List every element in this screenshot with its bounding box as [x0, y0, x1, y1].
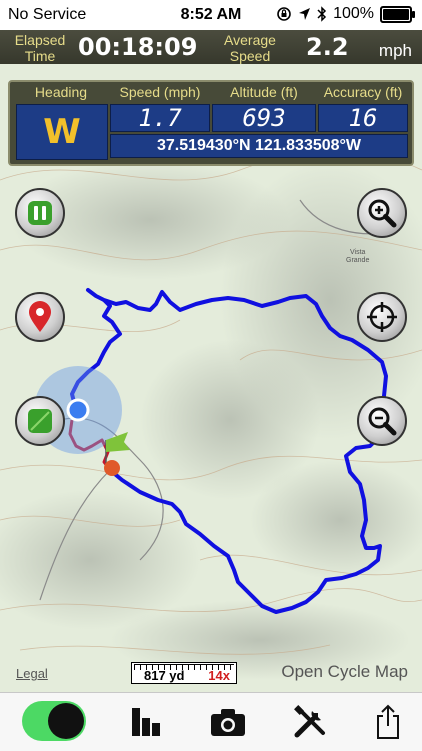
scale-distance: 817 yd — [144, 668, 185, 683]
accuracy-value: 16 — [318, 104, 408, 132]
pause-icon — [28, 201, 52, 225]
toggle-knob — [48, 703, 84, 739]
coordinates-value: 37.519430°N 121.833508°W — [110, 134, 408, 158]
statistics-button[interactable] — [126, 703, 166, 741]
speed-value: 1.7 — [110, 104, 210, 132]
lock-rotation-icon — [277, 7, 291, 21]
elapsed-time-label: Elapsed Time — [14, 32, 66, 64]
zoom-out-icon — [368, 407, 397, 436]
battery-percent: 100% — [333, 5, 374, 22]
camera-button[interactable] — [208, 703, 248, 741]
battery-icon — [380, 5, 415, 23]
terrain-shade — [250, 460, 422, 580]
share-icon — [377, 704, 399, 739]
tools-icon — [294, 705, 325, 738]
zoom-in-icon — [368, 199, 397, 228]
map-attribution: Open Cycle Map — [281, 662, 408, 681]
trip-summary-bar: Elapsed Time 00:18:09 Average Speed 2.2 … — [0, 30, 422, 64]
speed-label: Speed (mph) — [119, 84, 201, 100]
location-arrow-icon — [299, 8, 311, 20]
altitude-label: Altitude (ft) — [230, 84, 298, 100]
share-button[interactable] — [368, 703, 408, 741]
zoom-out-button[interactable] — [357, 396, 407, 446]
camera-icon — [211, 709, 245, 736]
center-location-button[interactable] — [357, 292, 407, 342]
zoom-in-button[interactable] — [357, 188, 407, 238]
current-location-dot — [66, 398, 90, 422]
bluetooth-icon — [317, 6, 327, 22]
bottom-toolbar — [0, 692, 422, 751]
zoom-level: 14x — [208, 668, 230, 683]
heading-value: W — [43, 112, 81, 152]
average-speed-label: Average Speed — [224, 32, 276, 64]
map-layer-button[interactable] — [15, 396, 65, 446]
legal-link[interactable]: Legal — [16, 666, 48, 681]
tracking-toggle[interactable] — [22, 701, 86, 741]
settings-button[interactable] — [290, 703, 330, 741]
bar-chart-icon — [132, 708, 160, 736]
altitude-value: 693 — [212, 104, 316, 132]
heading-display: W — [16, 104, 108, 160]
elapsed-time-value: 00:18:09 — [78, 33, 198, 61]
heading-label: Heading — [34, 84, 88, 100]
map-scale-bar: 817 yd 14x — [131, 662, 237, 684]
status-bar: No Service 8:52 AM 100% — [0, 0, 422, 30]
gps-info-panel: Heading Speed (mph) Altitude (ft) Accura… — [8, 80, 414, 166]
pause-button[interactable] — [15, 188, 65, 238]
crosshair-icon — [367, 302, 397, 332]
status-icons: 100% — [276, 5, 415, 23]
map-layer-icon — [28, 409, 52, 433]
end-marker-icon — [104, 460, 120, 476]
average-speed-value: 2.2 — [306, 33, 349, 61]
map-pin-icon — [29, 301, 51, 332]
average-speed-unit: mph — [378, 41, 412, 60]
add-waypoint-button[interactable] — [15, 292, 65, 342]
accuracy-label: Accuracy (ft) — [323, 84, 403, 100]
